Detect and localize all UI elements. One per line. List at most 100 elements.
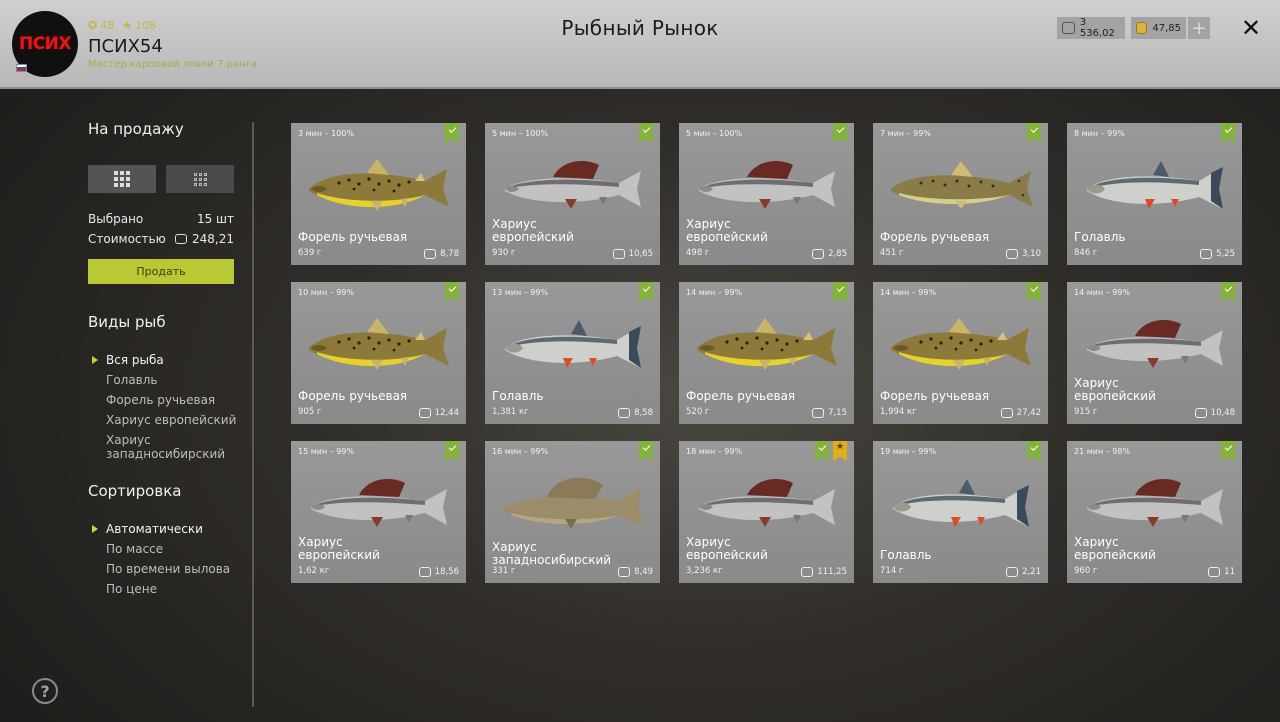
catch-time: 8 мин – 99% — [1074, 129, 1125, 138]
selected-check-icon[interactable] — [445, 282, 459, 302]
fish-price: 111,25 — [801, 567, 847, 577]
list-view-button[interactable] — [166, 165, 234, 193]
catch-time: 21 мин – 98% — [1074, 447, 1131, 456]
sort-list: Автоматически По массе По времени вылова… — [88, 522, 248, 602]
sort-by-price[interactable]: По цене — [88, 582, 248, 596]
fish-weight: 714 г — [880, 566, 904, 576]
species-title: Виды рыб — [88, 313, 166, 331]
fish-name: Хариус западносибирский — [492, 540, 612, 567]
fish-card-9[interactable]: 14 мин – 99% Форель ручьевая 1,994 кг 27… — [873, 282, 1048, 424]
filter-european-grayling[interactable]: Хариус европейский — [88, 413, 248, 427]
fish-card-2[interactable]: 5 мин – 100% Хариус европейский 930 г 10… — [485, 123, 660, 265]
selected-check-icon[interactable] — [833, 123, 847, 143]
selected-check-icon[interactable] — [1221, 123, 1235, 143]
fish-weight: 1,994 кг — [880, 407, 917, 417]
selected-check-icon[interactable] — [445, 123, 459, 143]
fish-card-10[interactable]: 14 мин – 99% Хариус европейский 915 г 10… — [1067, 282, 1242, 424]
cost-row: Стоимостью 248,21 — [88, 232, 234, 246]
fish-image — [503, 477, 643, 529]
fish-image — [1087, 479, 1223, 527]
for-sale-title: На продажу — [88, 120, 184, 138]
silver-coin-icon — [424, 249, 437, 259]
silver-coin-icon — [812, 249, 825, 259]
fish-weight: 1,62 кг — [298, 566, 330, 576]
fish-price: 5,25 — [1200, 249, 1235, 259]
fish-card-8[interactable]: 14 мин – 99% Форель ручьевая 520 г 7,15 — [679, 282, 854, 424]
sort-by-weight[interactable]: По массе — [88, 542, 248, 556]
selected-check-icon[interactable] — [815, 441, 829, 461]
help-button[interactable]: ? — [32, 678, 58, 704]
silver-coin-icon — [1006, 249, 1019, 259]
fish-image — [309, 159, 449, 211]
fish-name: Форель ручьевая — [298, 389, 408, 403]
selected-check-icon[interactable] — [1027, 123, 1041, 143]
selected-label: Выбрано — [88, 212, 144, 226]
fish-card-15[interactable]: 21 мин – 98% Хариус европейский 960 г 11 — [1067, 441, 1242, 583]
fish-image — [309, 318, 449, 370]
fish-name: Хариус европейский — [492, 217, 574, 244]
fish-price: 8,78 — [424, 249, 459, 259]
fish-weight: 930 г — [492, 248, 516, 258]
silver-coin-icon — [1000, 408, 1013, 418]
sidebar: На продажу Выбрано 15 шт Стоимостью 248,… — [88, 120, 238, 596]
fish-card-13[interactable]: 18 мин – 99% Хариус европейский 3,236 кг… — [679, 441, 854, 583]
cost-value: 248,21 — [192, 232, 234, 246]
fish-name: Форель ручьевая — [298, 230, 408, 244]
silver-coin-icon — [618, 408, 631, 418]
silver-coin-icon — [418, 567, 431, 577]
fish-price: 11 — [1208, 567, 1235, 577]
selected-check-icon[interactable] — [445, 441, 459, 461]
fish-price: 12,44 — [418, 408, 459, 418]
sort-by-catch-time[interactable]: По времени вылова — [88, 562, 248, 576]
sidebar-divider — [252, 122, 254, 707]
fish-image — [699, 479, 835, 527]
fish-price: 3,10 — [1006, 249, 1041, 259]
close-button[interactable]: ✕ — [1239, 16, 1263, 40]
top-bar: ПСИХ ✪ 48 ★ 108 ПСИХ54 Мастер карповой лов… — [0, 0, 1280, 89]
selected-check-icon[interactable] — [1221, 441, 1235, 461]
fish-card-12[interactable]: 16 мин – 99% Хариус западносибирский 331… — [485, 441, 660, 583]
fish-price: 8,58 — [618, 408, 653, 418]
selected-check-icon[interactable] — [1027, 282, 1041, 302]
fish-image — [699, 161, 835, 209]
filter-brown-trout[interactable]: Форель ручьевая — [88, 393, 248, 407]
silver-coin-icon — [175, 234, 187, 244]
fish-card-11[interactable]: 15 мин – 99% Хариус европейский 1,62 кг … — [291, 441, 466, 583]
fish-price: 10,48 — [1194, 408, 1235, 418]
fish-weight: 520 г — [686, 407, 710, 417]
selected-check-icon[interactable] — [639, 123, 653, 143]
sell-button[interactable]: Продать — [88, 259, 234, 284]
sort-auto[interactable]: Автоматически — [88, 522, 248, 536]
fish-image — [891, 318, 1031, 370]
fish-card-14[interactable]: 19 мин – 99% Голавль 714 г 2,21 — [873, 441, 1048, 583]
fish-card-7[interactable]: 13 мин – 99% Голавль 1,381 кг 8,58 — [485, 282, 660, 424]
filter-all-fish[interactable]: Вся рыба — [88, 353, 248, 367]
catch-time: 16 мин – 99% — [492, 447, 549, 456]
fish-price: 2,21 — [1006, 567, 1041, 577]
fish-card-4[interactable]: 7 мин – 99% Форель ручьевая 451 г 3,10 — [873, 123, 1048, 265]
fish-name: Хариус европейский — [1074, 535, 1156, 562]
fish-weight: 3,236 кг — [686, 566, 723, 576]
fish-card-6[interactable]: 10 мин – 99% Форель ручьевая 905 г 12,44 — [291, 282, 466, 424]
filter-siberian-grayling[interactable]: Хариус западносибирский — [88, 433, 225, 461]
selected-check-icon[interactable] — [833, 282, 847, 302]
gold-balance: 47,85 — [1131, 17, 1186, 39]
selected-value: 15 шт — [196, 212, 234, 226]
selected-check-icon[interactable] — [1027, 441, 1041, 461]
fish-card-3[interactable]: 5 мин – 100% Хариус европейский 498 г 2,… — [679, 123, 854, 265]
filter-chub[interactable]: Голавль — [88, 373, 248, 387]
selected-check-icon[interactable] — [639, 441, 653, 461]
selected-check-icon[interactable] — [1221, 282, 1235, 302]
silver-coin-icon — [812, 408, 825, 418]
trophy-star-icon: ★ — [833, 441, 847, 461]
catch-time: 18 мин – 99% — [686, 447, 743, 456]
fish-price: 8,49 — [618, 567, 653, 577]
fish-card-1[interactable]: 3 мин – 100% Форель ручьевая 639 г 8,78 — [291, 123, 466, 265]
fish-name: Хариус европейский — [686, 535, 768, 562]
add-gold-button[interactable]: + — [1188, 17, 1210, 39]
fish-card-5[interactable]: 8 мин – 99% Голавль 846 г 5,25 — [1067, 123, 1242, 265]
selected-check-icon[interactable] — [639, 282, 653, 302]
fish-weight: 639 г — [298, 248, 322, 258]
grid-view-button[interactable] — [88, 165, 156, 193]
player-rank: Мастер карповой ловли 7 ранга — [88, 59, 258, 70]
